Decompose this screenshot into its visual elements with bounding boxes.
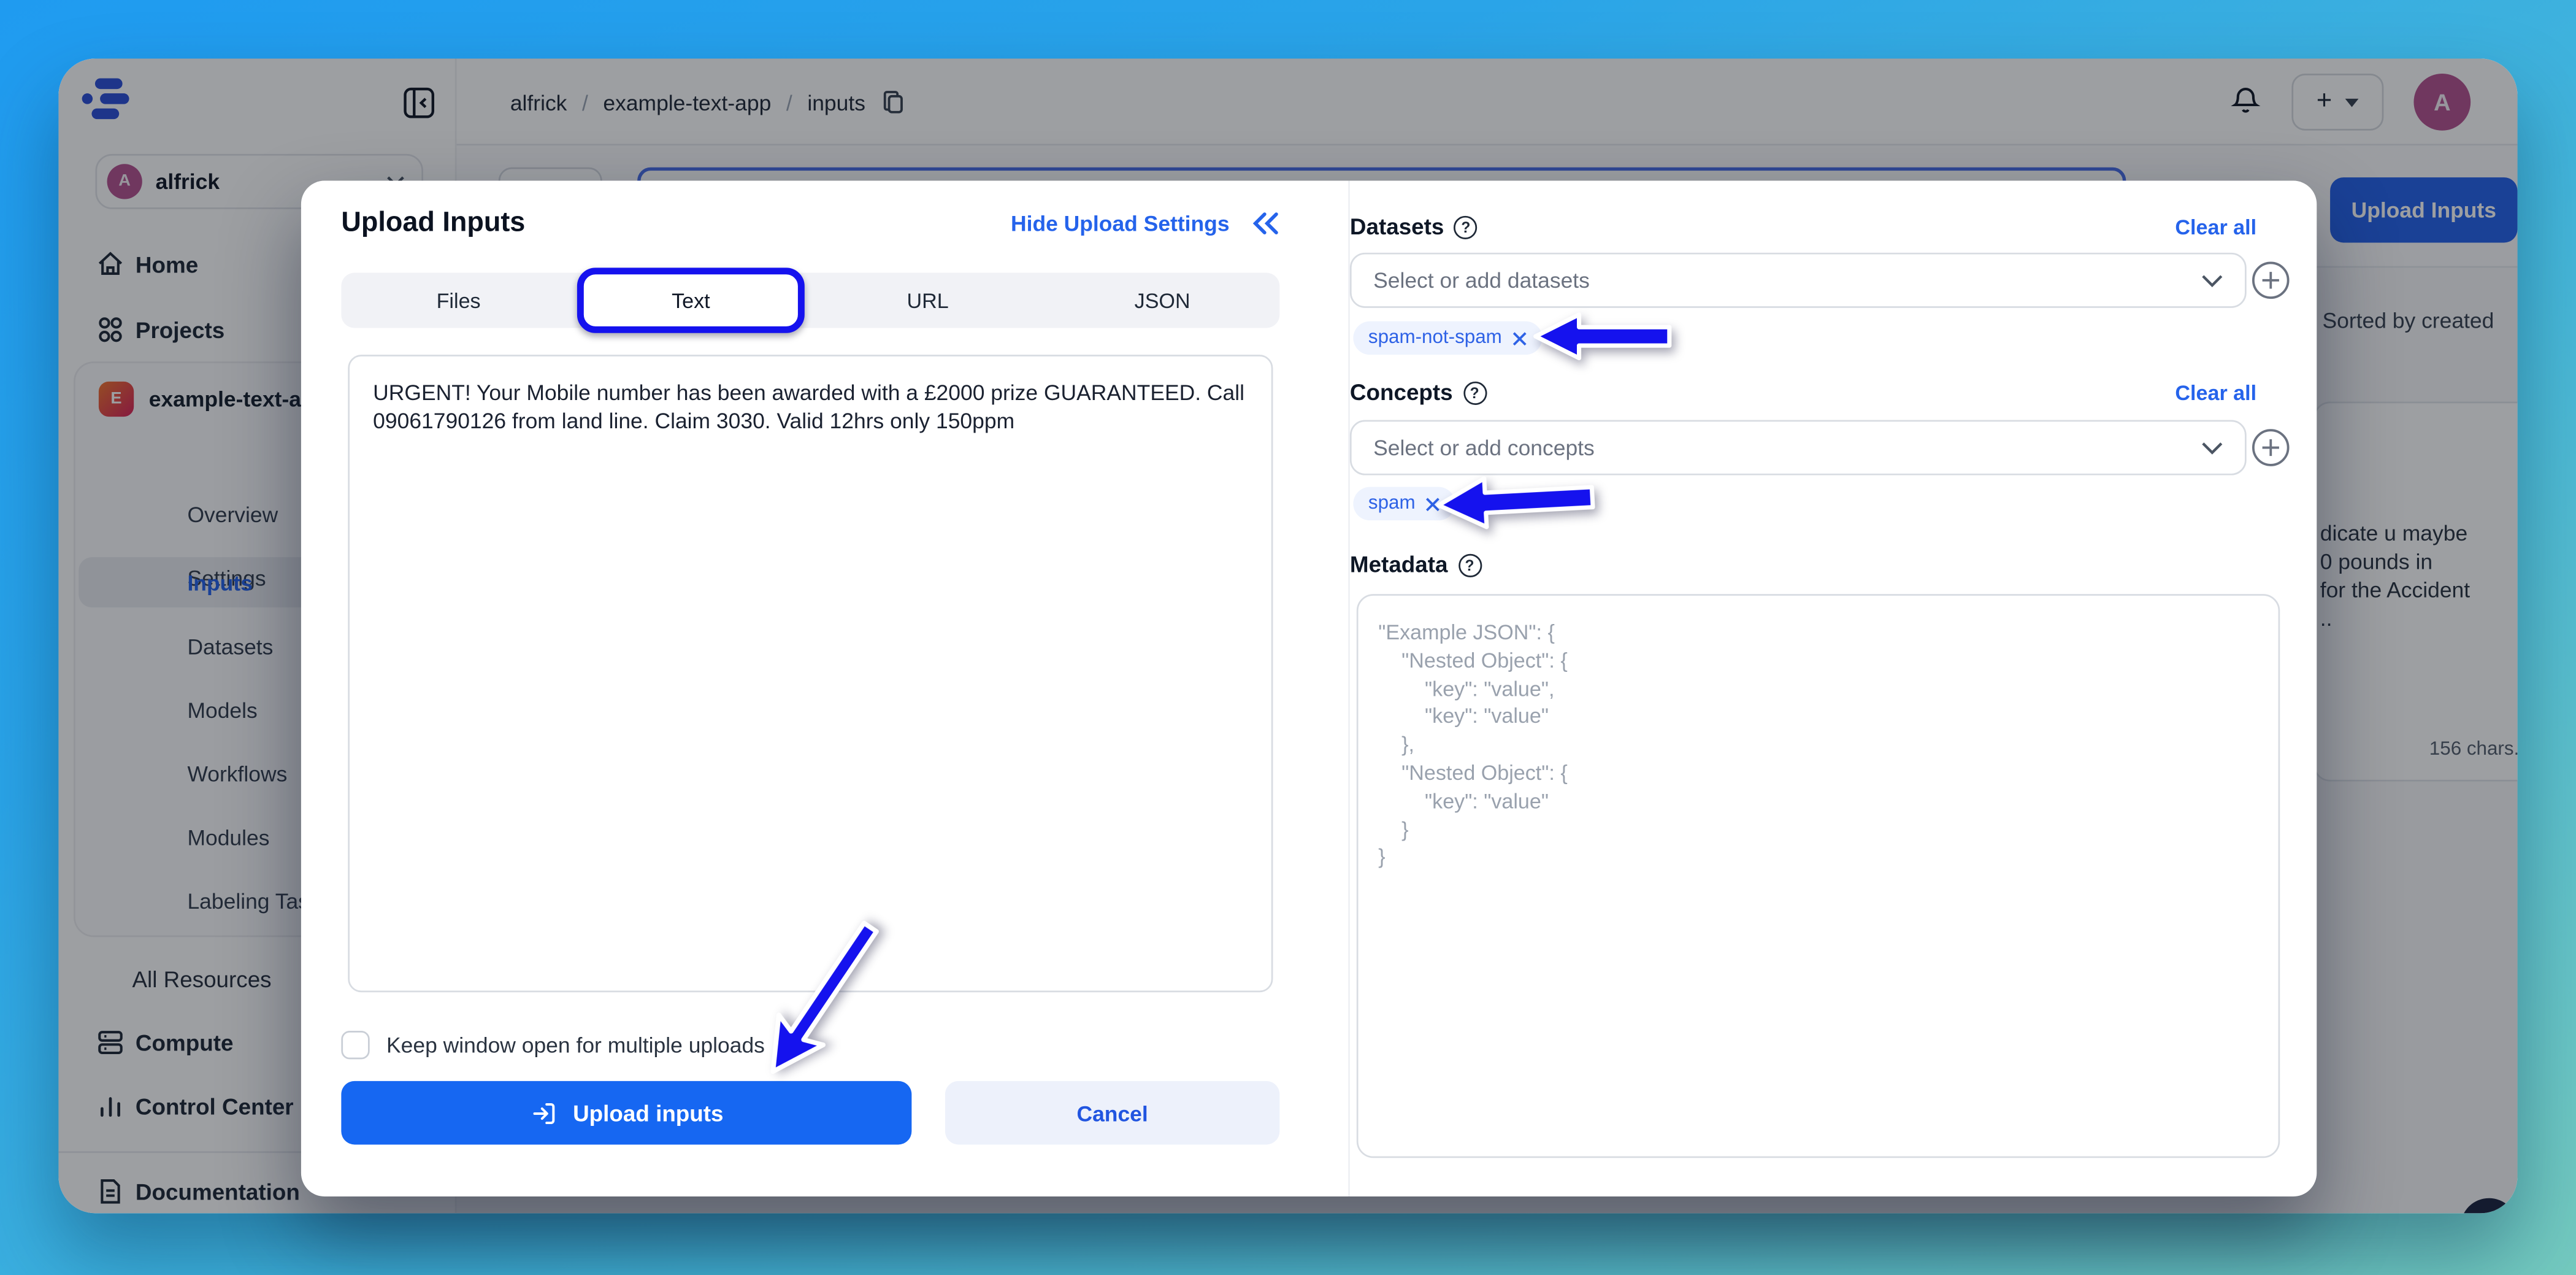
datasets-clear-all[interactable]: Clear all	[2175, 216, 2256, 239]
datasets-select[interactable]: Select or add datasets	[1349, 252, 2247, 308]
chevron-down-icon	[2202, 441, 2223, 454]
concepts-help-icon[interactable]: ?	[1463, 380, 1487, 404]
annotation-arrow-concept-chip	[1434, 469, 1597, 533]
chip-close-icon[interactable]	[1512, 331, 1527, 346]
modal-title: Upload Inputs	[341, 207, 526, 238]
concepts-clear-all[interactable]: Clear all	[2175, 382, 2256, 405]
checkbox-label: Keep window open for multiple uploads	[386, 1032, 765, 1058]
metadata-input[interactable]: "Example JSON": { "Nested Object": { "ke…	[1356, 594, 2280, 1158]
upload-inputs-modal: Upload Inputs Hide Upload Settings Files…	[301, 180, 2317, 1196]
concepts-label: Concepts	[1349, 380, 1453, 405]
upload-settings-panel: Datasets ? Clear all Select or add datas…	[1348, 180, 2317, 1196]
metadata-help-icon[interactable]: ?	[1457, 553, 1482, 577]
concepts-select[interactable]: Select or add concepts	[1349, 420, 2247, 476]
upload-inputs-submit-button[interactable]: Upload inputs	[341, 1080, 912, 1145]
tab-text[interactable]: Text	[577, 268, 805, 333]
datasets-help-icon[interactable]: ?	[1454, 215, 1478, 239]
add-dataset-button[interactable]	[2252, 261, 2290, 299]
annotation-arrow-dataset-chip	[1532, 311, 1673, 361]
collapse-panel-icon[interactable]	[1251, 211, 1279, 236]
tab-json[interactable]: JSON	[1045, 273, 1279, 328]
metadata-label: Metadata	[1349, 552, 1448, 577]
cancel-button[interactable]: Cancel	[945, 1080, 1280, 1145]
desktop-background: A alfrick Home Projects E example-text-a…	[0, 0, 2576, 1275]
hide-upload-settings-link[interactable]: Hide Upload Settings	[1011, 211, 1230, 236]
upload-enter-icon	[532, 1102, 554, 1123]
text-input-textarea[interactable]: URGENT! Your Mobile number has been awar…	[348, 355, 1273, 993]
chevron-down-icon	[2202, 274, 2223, 287]
add-concept-button[interactable]	[2252, 428, 2290, 467]
tab-files[interactable]: Files	[341, 273, 575, 328]
tab-url[interactable]: URL	[810, 273, 1045, 328]
dataset-chip[interactable]: spam-not-spam	[1353, 321, 1543, 355]
upload-tabs: Files URL JSON	[341, 272, 1280, 328]
datasets-label: Datasets	[1349, 214, 1444, 239]
keep-window-open-checkbox[interactable]	[341, 1030, 370, 1060]
